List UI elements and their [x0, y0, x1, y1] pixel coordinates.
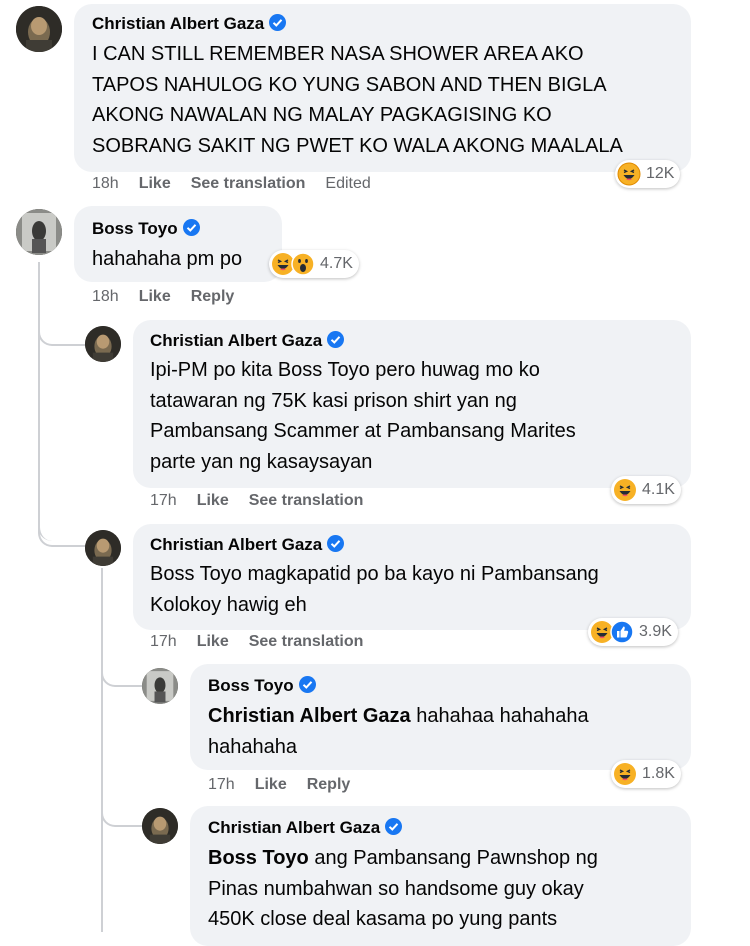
reaction-count: 12K [646, 165, 675, 182]
see-translation-link[interactable]: See translation [249, 633, 364, 651]
wow-reaction-icon [291, 252, 315, 276]
thread-connector [101, 810, 143, 827]
avatar[interactable] [85, 326, 121, 362]
like-button[interactable]: Like [139, 175, 171, 193]
avatar[interactable] [142, 808, 178, 844]
comment-author[interactable]: Boss Toyo [92, 219, 200, 239]
comment-meta: 17h Like See translation [150, 633, 383, 651]
verified-badge-icon [327, 331, 345, 348]
avatar[interactable] [85, 530, 121, 566]
thread-line-sub [101, 568, 103, 932]
haha-reaction-icon [617, 162, 641, 186]
comment-text: hahahaha pm po [92, 248, 243, 270]
thread-connector [38, 520, 86, 547]
avatar[interactable] [16, 209, 62, 255]
edited-label: Edited [325, 175, 371, 192]
verified-badge-icon [298, 676, 316, 693]
see-translation-link[interactable]: See translation [249, 492, 364, 510]
comment-text: I CAN STILL REMEMBER NASA SHOWER AREA AK… [92, 43, 623, 157]
reaction-summary[interactable]: 4.1K [611, 476, 681, 504]
thread-connector [38, 330, 86, 346]
comment-author[interactable]: Christian Albert Gaza [150, 331, 345, 351]
see-translation-link[interactable]: See translation [191, 175, 306, 193]
reaction-summary[interactable]: 3.9K [588, 618, 678, 646]
comment-meta: 17h Like See translation [150, 492, 383, 510]
like-button[interactable]: Like [197, 633, 229, 651]
comment-time[interactable]: 18h [92, 288, 119, 306]
avatar[interactable] [142, 668, 178, 704]
comment-text: Christian Albert Gaza hahahaa hahahaha h… [208, 705, 589, 758]
thread-line-main [38, 262, 40, 517]
comment-meta: 18h Like See translation Edited [92, 175, 391, 193]
like-button[interactable]: Like [197, 492, 229, 510]
haha-reaction-icon [613, 762, 637, 786]
verified-badge-icon [327, 535, 345, 552]
reaction-summary[interactable]: 12K [615, 160, 681, 188]
comment-text: Boss Toyo ang Pambansang Pawnshop ng Pin… [208, 847, 598, 930]
comment-meta: 18h Like Reply [92, 288, 254, 306]
mention-link[interactable]: Christian Albert Gaza [208, 705, 411, 727]
mention-link[interactable]: Boss Toyo [208, 847, 309, 869]
comment-time[interactable]: 17h [208, 776, 235, 794]
verified-badge-icon [269, 14, 287, 31]
reaction-summary[interactable]: 4.7K [269, 250, 359, 278]
reply-button[interactable]: Reply [191, 288, 235, 306]
verified-badge-icon [182, 219, 200, 236]
reaction-count: 4.1K [642, 481, 675, 498]
comment-time[interactable]: 17h [150, 492, 177, 510]
like-reaction-icon [610, 620, 634, 644]
verified-badge-icon [385, 818, 403, 835]
reaction-count: 1.8K [642, 765, 675, 782]
haha-reaction-icon [613, 478, 637, 502]
comment-text: Ipi-PM po kita Boss Toyo pero huwag mo k… [150, 359, 576, 473]
comment-author[interactable]: Christian Albert Gaza [150, 535, 345, 555]
comment-author[interactable]: Christian Albert Gaza [208, 818, 403, 838]
comment-author[interactable]: Christian Albert Gaza [92, 14, 287, 34]
reaction-count: 4.7K [320, 255, 353, 272]
like-button[interactable]: Like [255, 776, 287, 794]
reply-button[interactable]: Reply [307, 776, 351, 794]
like-button[interactable]: Like [139, 288, 171, 306]
comment-time[interactable]: 17h [150, 633, 177, 651]
comment-meta: 17h Like Reply [208, 776, 370, 794]
reaction-summary[interactable]: 1.8K [611, 760, 681, 788]
thread-connector [101, 670, 143, 687]
reaction-count: 3.9K [639, 623, 672, 640]
avatar[interactable] [16, 6, 62, 52]
comment-time[interactable]: 18h [92, 175, 119, 193]
comment-author[interactable]: Boss Toyo [208, 676, 316, 696]
comment-text: Boss Toyo magkapatid po ba kayo ni Pamba… [150, 563, 599, 616]
